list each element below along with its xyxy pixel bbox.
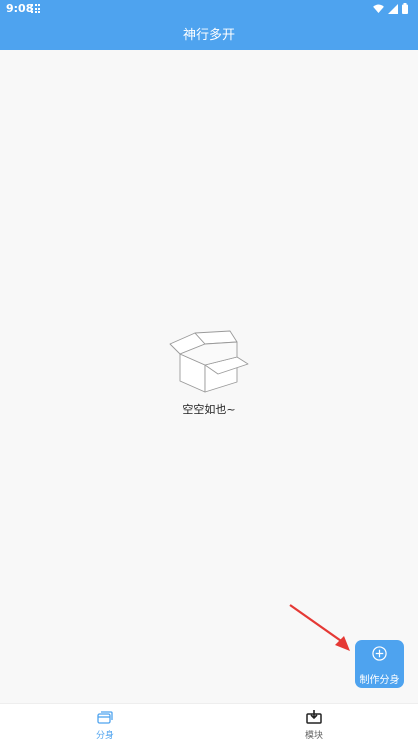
nav-item-module[interactable]: 模块 <box>284 704 344 743</box>
empty-box-icon <box>169 330 249 393</box>
status-time: 9:08 <box>6 2 34 15</box>
nav-item-clone[interactable]: 分身 <box>75 704 135 743</box>
empty-state-text: 空空如也~ <box>182 403 236 416</box>
app-header: 9:08 神行多开 <box>0 0 418 50</box>
bottom-nav: 分身 模块 <box>0 703 418 743</box>
battery-icon <box>402 3 408 14</box>
status-icons <box>373 3 408 14</box>
status-bar: 9:08 <box>0 0 418 18</box>
add-circle-icon <box>372 646 387 661</box>
app-grid-icon <box>31 4 40 13</box>
page-title: 神行多开 <box>182 28 235 43</box>
download-box-icon <box>306 710 322 724</box>
signal-icon <box>388 3 398 14</box>
nav-label-module: 模块 <box>304 731 323 741</box>
create-clone-label: 制作分身 <box>359 675 400 686</box>
wifi-icon <box>373 4 384 13</box>
clone-icon <box>97 711 113 724</box>
create-clone-button[interactable]: 制作分身 <box>355 640 404 688</box>
nav-label-clone: 分身 <box>95 731 114 741</box>
red-arrow-annotation <box>289 604 350 651</box>
